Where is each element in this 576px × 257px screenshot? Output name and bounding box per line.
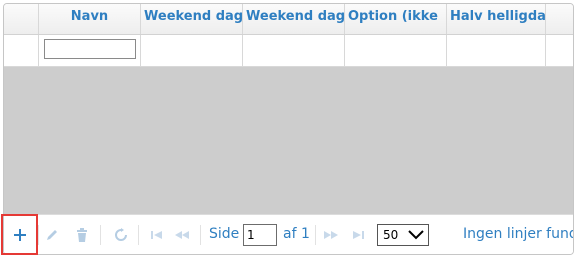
chevron-down-icon — [408, 230, 424, 240]
filter-cell-weekend-dag-1 — [141, 35, 243, 66]
column-header-option[interactable]: Option (ikke — [345, 4, 447, 34]
filter-cell-spacer — [546, 35, 573, 66]
column-header-navn[interactable]: Navn — [39, 4, 141, 34]
filter-cell-weekend-dag-2 — [243, 35, 345, 66]
page-number-input[interactable] — [243, 224, 277, 246]
pager-separator — [200, 225, 201, 245]
page-size-value: 50 — [383, 228, 399, 242]
pager-separator — [315, 225, 316, 245]
records-status: Ingen linjer fundet — [463, 226, 573, 242]
pager-separator — [100, 225, 101, 245]
trash-icon — [77, 228, 87, 242]
first-page-icon — [151, 231, 162, 239]
column-header-halv-helligdag[interactable]: Halv helligda — [447, 4, 546, 34]
first-page-button[interactable] — [149, 227, 165, 243]
filter-cell-rownum — [4, 35, 39, 66]
next-page-button[interactable] — [323, 227, 339, 243]
pager-separator — [138, 225, 139, 245]
prev-page-icon — [175, 231, 189, 239]
next-page-icon — [324, 231, 338, 239]
filter-cell-option — [345, 35, 447, 66]
pager-separator — [38, 225, 39, 245]
page-count-label: af 1 — [283, 226, 310, 242]
edit-button[interactable] — [44, 227, 60, 243]
filter-row — [4, 35, 573, 67]
last-page-icon — [353, 231, 364, 239]
column-header-rownum — [4, 4, 39, 34]
column-header-weekend-dag-1[interactable]: Weekend dag — [141, 4, 243, 34]
delete-button[interactable] — [74, 227, 90, 243]
prev-page-button[interactable] — [174, 227, 190, 243]
grid-body-empty — [4, 67, 573, 214]
filter-cell-navn — [39, 35, 141, 66]
refresh-button[interactable] — [113, 227, 129, 243]
last-page-button[interactable] — [350, 227, 366, 243]
refresh-icon — [115, 228, 127, 241]
grid-header: Navn Weekend dag Weekend dag Option (ikk… — [4, 4, 573, 35]
column-header-weekend-dag-2[interactable]: Weekend dag — [243, 4, 345, 34]
add-button-highlight — [1, 214, 38, 255]
data-grid: Navn Weekend dag Weekend dag Option (ikk… — [3, 3, 574, 255]
navn-filter-input[interactable] — [44, 39, 136, 59]
page-size-select[interactable]: 50 — [377, 224, 429, 246]
filter-cell-halv-helligdag — [447, 35, 546, 66]
pager: Side af 1 50 Ingen linjer fundet — [4, 214, 573, 254]
pencil-icon — [47, 230, 57, 240]
column-header-spacer — [546, 4, 573, 34]
page-label: Side — [209, 226, 240, 242]
